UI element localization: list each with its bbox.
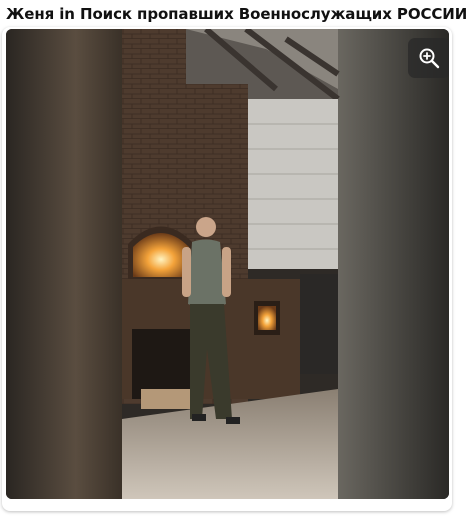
post-header: Женя in Поиск пропавших Военнослужащих Р… [6, 2, 468, 26]
media-image[interactable] [6, 29, 449, 499]
zoom-in-button[interactable] [408, 38, 449, 78]
message-card [2, 27, 452, 511]
post-title[interactable]: Женя in Поиск пропавших Военнослужащих Р… [6, 5, 467, 23]
photo-scene [6, 29, 449, 499]
zoom-in-icon [419, 48, 440, 69]
